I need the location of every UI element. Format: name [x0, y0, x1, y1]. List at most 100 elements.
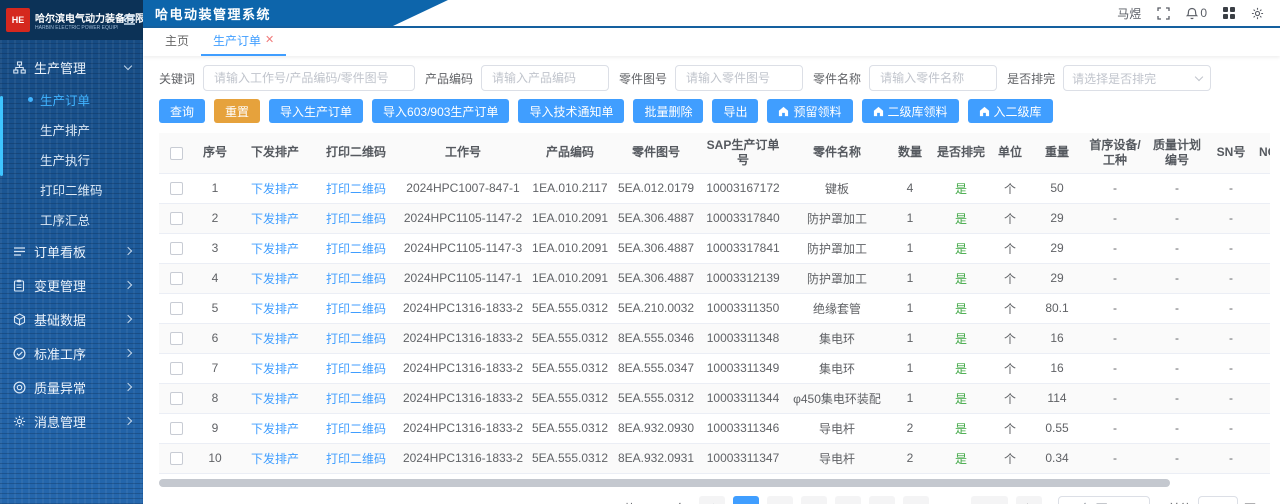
tab-生产订单[interactable]: 生产订单 ✕: [201, 32, 287, 56]
page-button-4[interactable]: 4: [835, 495, 862, 504]
filter-input-产品编码[interactable]: [481, 65, 610, 91]
dispatch-link[interactable]: 下发排产: [251, 182, 299, 196]
print-link[interactable]: 打印二维码: [326, 272, 386, 286]
cell-name: 防护罩加工: [787, 233, 887, 264]
print-link[interactable]: 打印二维码: [326, 212, 386, 226]
table-row: 3 下发排产 打印二维码 2024HPC1105-1147-3 1EA.010.2091…: [159, 233, 1270, 264]
row-checkbox[interactable]: [169, 212, 183, 226]
row-checkbox[interactable]: [169, 272, 183, 286]
row-checkbox[interactable]: [169, 242, 183, 256]
print-link[interactable]: 打印二维码: [326, 452, 386, 466]
goto-page-input[interactable]: [1197, 495, 1238, 504]
导入生产订单-button[interactable]: 导入生产订单: [269, 99, 364, 123]
sidebar-item-6[interactable]: 消息管理: [0, 404, 143, 438]
filter-input-关键词[interactable]: [203, 65, 416, 91]
row-checkbox[interactable]: [169, 392, 183, 406]
print-link[interactable]: 打印二维码: [326, 302, 386, 316]
page-button-1[interactable]: 1: [733, 495, 760, 504]
username[interactable]: 马煜: [1117, 5, 1141, 22]
cell-ncrNo: -: [1255, 233, 1270, 264]
预留领料-button[interactable]: 预留领料: [767, 99, 853, 123]
print-link[interactable]: 打印二维码: [326, 242, 386, 256]
查询-button[interactable]: 查询: [159, 99, 206, 123]
row-checkbox[interactable]: [169, 452, 183, 466]
menu-fold-icon[interactable]: [123, 14, 137, 26]
row-checkbox[interactable]: [169, 302, 183, 316]
column-header-ncrNo: NCR编号: [1255, 133, 1270, 174]
导入技术通知单-button[interactable]: 导入技术通知单: [518, 99, 625, 123]
chevron-right-icon: [123, 382, 133, 392]
sidebar-subitem-生产订单[interactable]: 生产订单: [0, 84, 143, 114]
page-button-6[interactable]: 6: [903, 495, 930, 504]
cell-print: 打印二维码: [313, 443, 399, 474]
print-link[interactable]: 打印二维码: [326, 362, 386, 376]
filter-input-零件名称[interactable]: [869, 65, 998, 91]
二级库领料-button[interactable]: 二级库领料: [861, 99, 959, 123]
sidebar-item-0[interactable]: 生产管理: [0, 50, 143, 84]
tab-主页[interactable]: 主页: [153, 32, 201, 56]
cell-product: 5EA.555.0312: [527, 413, 613, 444]
dispatch-link[interactable]: 下发排产: [251, 212, 299, 226]
dispatch-link[interactable]: 下发排产: [251, 242, 299, 256]
sidebar-subitem-打印二维码[interactable]: 打印二维码: [0, 174, 143, 204]
cell-done: 是: [933, 413, 989, 444]
cell-product: 1EA.010.2091: [527, 263, 613, 294]
dispatch-link[interactable]: 下发排产: [251, 422, 299, 436]
filter-input-零件图号[interactable]: [675, 65, 804, 91]
sidebar-item-3[interactable]: 基础数据: [0, 302, 143, 336]
导入603/903生产订单-button[interactable]: 导入603/903生产订单: [372, 99, 510, 123]
dispatch-link[interactable]: 下发排产: [251, 362, 299, 376]
clipboard-icon: [12, 278, 26, 292]
sidebar-item-4[interactable]: 标准工序: [0, 336, 143, 370]
notification-bell-icon[interactable]: 0: [1186, 6, 1207, 20]
print-link[interactable]: 打印二维码: [326, 332, 386, 346]
row-checkbox[interactable]: [169, 422, 183, 436]
settings-gear-icon[interactable]: [1251, 7, 1264, 20]
page-size-select[interactable]: 10条/页: [1057, 495, 1150, 504]
print-link[interactable]: 打印二维码: [326, 392, 386, 406]
row-checkbox-cell: [159, 443, 193, 474]
sidebar-item-1[interactable]: 订单看板: [0, 234, 143, 268]
row-checkbox[interactable]: [169, 332, 183, 346]
close-icon[interactable]: ✕: [265, 35, 274, 46]
print-link[interactable]: 打印二维码: [326, 422, 386, 436]
sidebar-subitem-生产排产[interactable]: 生产排产: [0, 114, 143, 144]
sidebar-item-5[interactable]: 质量异常: [0, 370, 143, 404]
page-button-3[interactable]: 3: [801, 495, 828, 504]
cell-part: 8EA.932.0931: [613, 443, 699, 474]
prev-page-button[interactable]: [699, 495, 726, 504]
page-ellipsis: •••: [937, 496, 963, 504]
column-header-product: 产品编码: [527, 133, 613, 174]
row-checkbox[interactable]: [169, 182, 183, 196]
filter-label: 零件图号: [619, 71, 668, 86]
dispatch-link[interactable]: 下发排产: [251, 302, 299, 316]
page-button-5[interactable]: 5: [869, 495, 896, 504]
house-icon: [979, 106, 990, 117]
apps-grid-icon[interactable]: [1223, 7, 1235, 19]
批量删除-button[interactable]: 批量删除: [633, 99, 704, 123]
filter-select-是否排完[interactable]: 请选择是否排完: [1063, 65, 1212, 91]
print-link[interactable]: 打印二维码: [326, 182, 386, 196]
column-header-print: 打印二维码: [313, 133, 399, 174]
select-all-checkbox[interactable]: [169, 146, 183, 160]
page-button-3699[interactable]: 3699: [971, 495, 1008, 504]
sidebar-subitem-工序汇总[interactable]: 工序汇总: [0, 204, 143, 234]
入二级库-button[interactable]: 入二级库: [967, 99, 1053, 123]
sidebar-subitem-生产执行[interactable]: 生产执行: [0, 144, 143, 174]
row-checkbox[interactable]: [169, 362, 183, 376]
column-header-work: 工作号: [399, 133, 527, 174]
horizontal-scrollbar-thumb[interactable]: [159, 478, 1170, 487]
dispatch-link[interactable]: 下发排产: [251, 272, 299, 286]
cell-seq: 5: [193, 293, 237, 324]
dispatch-link[interactable]: 下发排产: [251, 452, 299, 466]
table-row: 2 下发排产 打印二维码 2024HPC1105-1147-2 1EA.010.2091…: [159, 203, 1270, 234]
重置-button[interactable]: 重置: [214, 99, 261, 123]
dispatch-link[interactable]: 下发排产: [251, 392, 299, 406]
next-page-button[interactable]: [1015, 495, 1042, 504]
cell-product: 5EA.555.0312: [527, 323, 613, 354]
导出-button[interactable]: 导出: [712, 99, 759, 123]
sidebar-item-2[interactable]: 变更管理: [0, 268, 143, 302]
page-button-2[interactable]: 2: [767, 495, 794, 504]
dispatch-link[interactable]: 下发排产: [251, 332, 299, 346]
fullscreen-icon[interactable]: [1157, 6, 1170, 20]
